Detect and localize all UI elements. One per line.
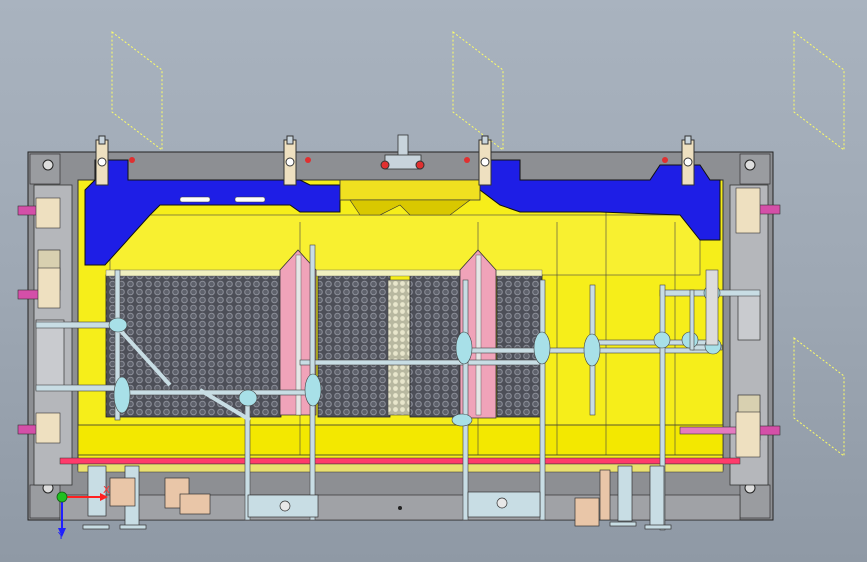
cad-model-view[interactable] (0, 0, 867, 562)
reference-plane-left (111, 30, 163, 152)
axis-x-label: X (103, 485, 110, 496)
cad-viewport[interactable]: X Y (0, 0, 867, 562)
axis-y-label: Y (58, 531, 65, 542)
reference-plane-right (793, 30, 845, 152)
reference-plane-lower-right (793, 336, 845, 458)
red-guide-rail (59, 457, 741, 465)
reference-plane-center (452, 30, 504, 152)
